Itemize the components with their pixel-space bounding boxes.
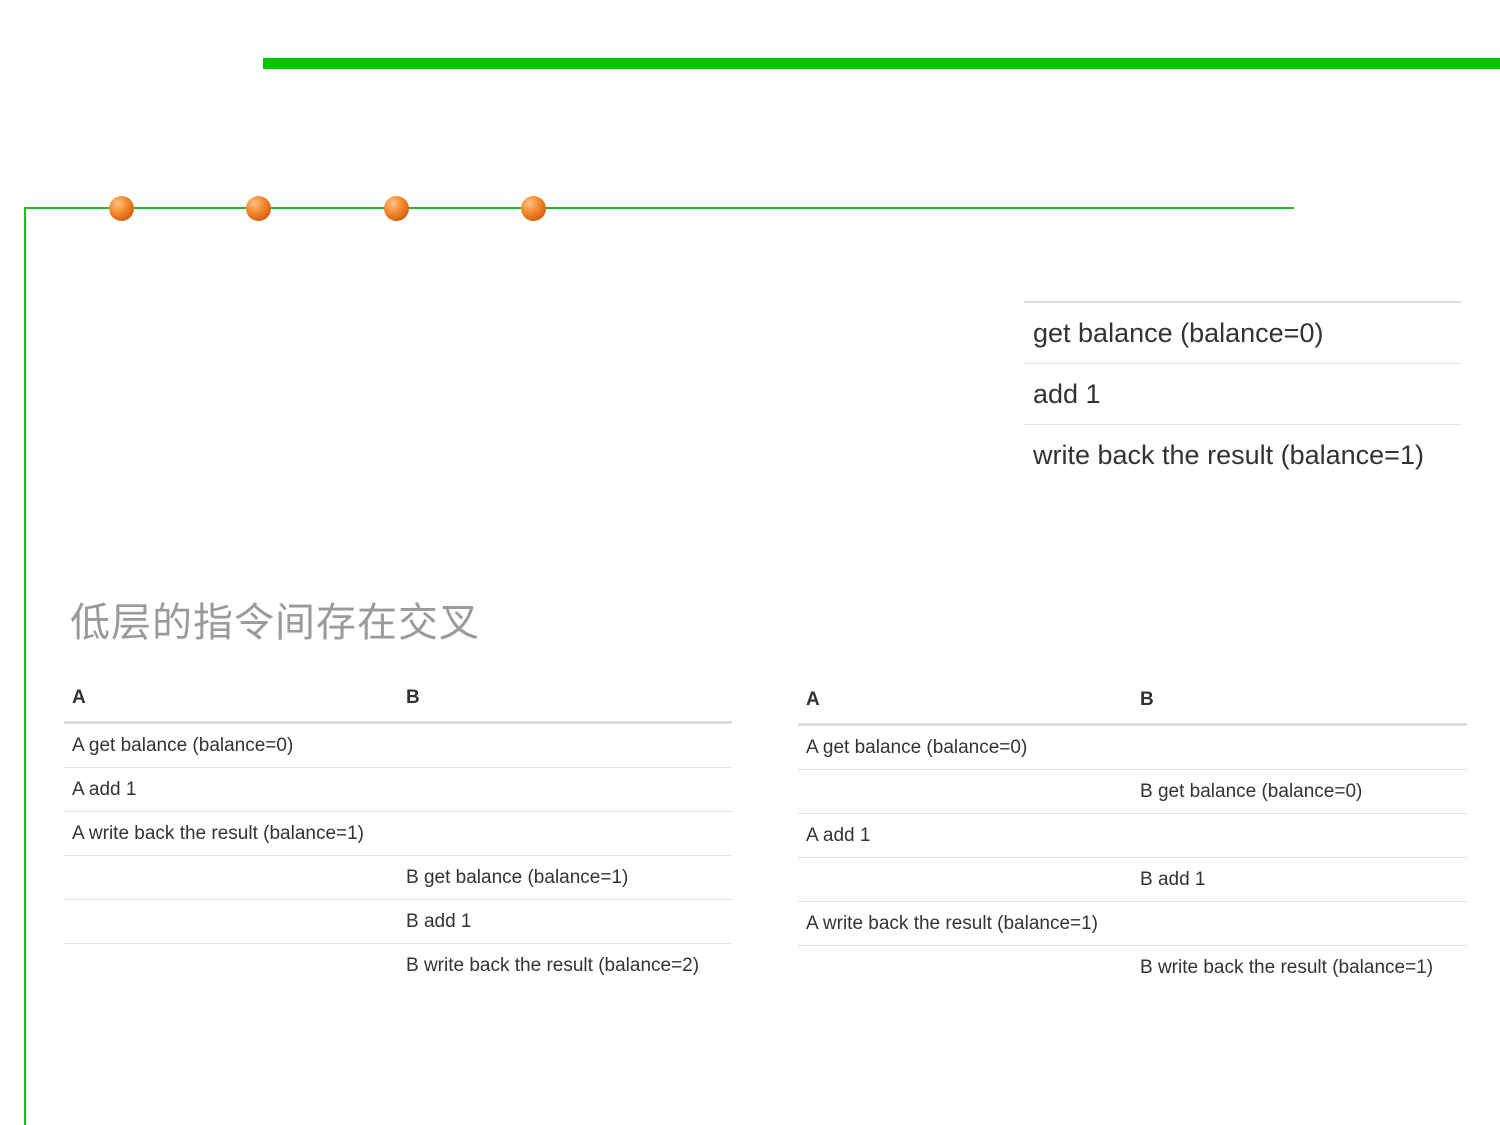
orange-bullet-icon xyxy=(384,196,409,221)
step-item: get balance (balance=0) xyxy=(1024,303,1461,364)
table-header-row: A B xyxy=(64,675,732,724)
interleaved-execution-table: A B A get balance (balance=0) B get bala… xyxy=(798,677,1467,989)
cell-b xyxy=(398,811,732,856)
operation-steps-list: get balance (balance=0) add 1 write back… xyxy=(1024,301,1461,485)
cell-a xyxy=(64,899,398,944)
cell-b xyxy=(398,767,732,812)
orange-bullet-icon xyxy=(246,196,271,221)
cell-a xyxy=(64,944,398,988)
cell-a: A get balance (balance=0) xyxy=(798,724,1132,770)
cell-b: B write back the result (balance=2) xyxy=(406,954,700,976)
top-accent-bar xyxy=(263,58,1500,69)
table-row: A add 1 xyxy=(64,767,732,812)
cell-b xyxy=(1132,724,1467,770)
frame-vertical-line xyxy=(24,207,26,1125)
cell-a: A write back the result (balance=1) xyxy=(798,901,1132,946)
cell-b: B add 1 xyxy=(398,899,732,944)
table-row: B write back the result (balance=1) xyxy=(798,946,1467,990)
cell-b xyxy=(1132,813,1467,858)
cell-a: A add 1 xyxy=(64,767,398,812)
table-row: A get balance (balance=0) xyxy=(798,724,1467,770)
frame-horizontal-line xyxy=(24,207,1294,209)
cell-b: B add 1 xyxy=(1132,857,1467,902)
cell-a xyxy=(798,769,1132,814)
orange-bullet-icon xyxy=(109,196,134,221)
cell-a xyxy=(798,857,1132,902)
cell-a: A get balance (balance=0) xyxy=(64,722,398,768)
step-item: add 1 xyxy=(1024,364,1461,425)
table-row: B add 1 xyxy=(798,857,1467,902)
cell-a: A add 1 xyxy=(798,813,1132,858)
cell-b: B get balance (balance=0) xyxy=(1132,769,1467,814)
column-header-b: B xyxy=(398,675,732,724)
cell-b xyxy=(1132,901,1467,946)
cell-a xyxy=(798,946,1132,990)
column-header-b: B xyxy=(1132,677,1467,726)
table-row: A get balance (balance=0) xyxy=(64,722,732,768)
cell-a: A write back the result (balance=1) xyxy=(64,811,398,856)
cell-b: B write back the result (balance=1) xyxy=(1140,956,1434,978)
table-row: B get balance (balance=1) xyxy=(64,855,732,900)
step-item: write back the result (balance=1) xyxy=(1033,440,1424,470)
cell-b xyxy=(398,722,732,768)
table-row: B write back the result (balance=2) xyxy=(64,944,732,988)
table-header-row: A B xyxy=(798,677,1467,726)
table-row: A add 1 xyxy=(798,813,1467,858)
table-row: A write back the result (balance=1) xyxy=(798,901,1467,946)
orange-bullet-icon xyxy=(521,196,546,221)
cell-b: B get balance (balance=1) xyxy=(398,855,732,900)
column-header-a: A xyxy=(64,675,398,724)
cell-a xyxy=(64,855,398,900)
table-row: A write back the result (balance=1) xyxy=(64,811,732,856)
sequential-execution-table: A B A get balance (balance=0) A add 1 A … xyxy=(64,675,732,987)
section-heading: 低层的指令间存在交叉 xyxy=(70,600,480,646)
table-row: B add 1 xyxy=(64,899,732,944)
column-header-a: A xyxy=(798,677,1132,726)
table-row: B get balance (balance=0) xyxy=(798,769,1467,814)
